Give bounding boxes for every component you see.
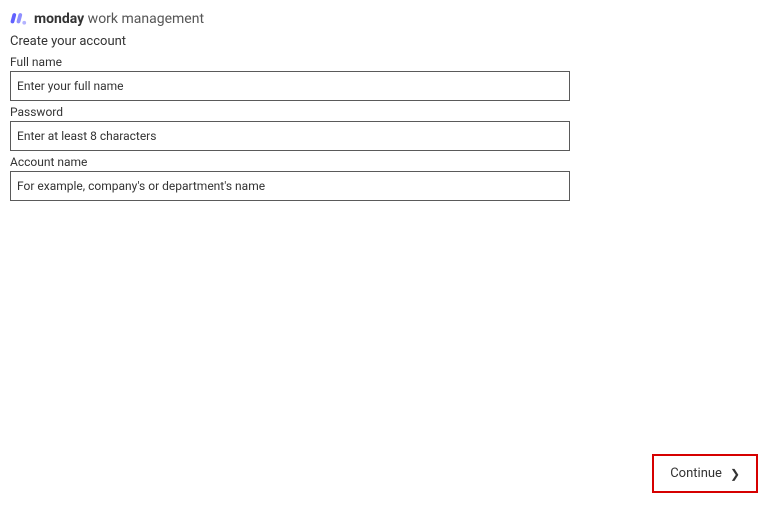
continue-label: Continue	[670, 466, 722, 481]
signup-form: Full name Password Account name	[0, 55, 580, 201]
account-name-input[interactable]	[10, 171, 570, 201]
brand-text: monday work management	[34, 11, 204, 27]
brand-header: monday work management	[0, 0, 772, 32]
monday-logo-icon	[10, 10, 28, 28]
full-name-label: Full name	[10, 55, 570, 69]
page-title: Create your account	[0, 32, 772, 51]
brand-light: work management	[84, 11, 204, 27]
password-label: Password	[10, 105, 570, 119]
continue-button[interactable]: Continue ❯	[652, 454, 758, 493]
chevron-right-icon: ❯	[730, 467, 740, 481]
account-name-label: Account name	[10, 155, 570, 169]
password-input[interactable]	[10, 121, 570, 151]
full-name-input[interactable]	[10, 71, 570, 101]
brand-bold: monday	[34, 11, 84, 27]
continue-wrap: Continue ❯	[652, 454, 758, 493]
